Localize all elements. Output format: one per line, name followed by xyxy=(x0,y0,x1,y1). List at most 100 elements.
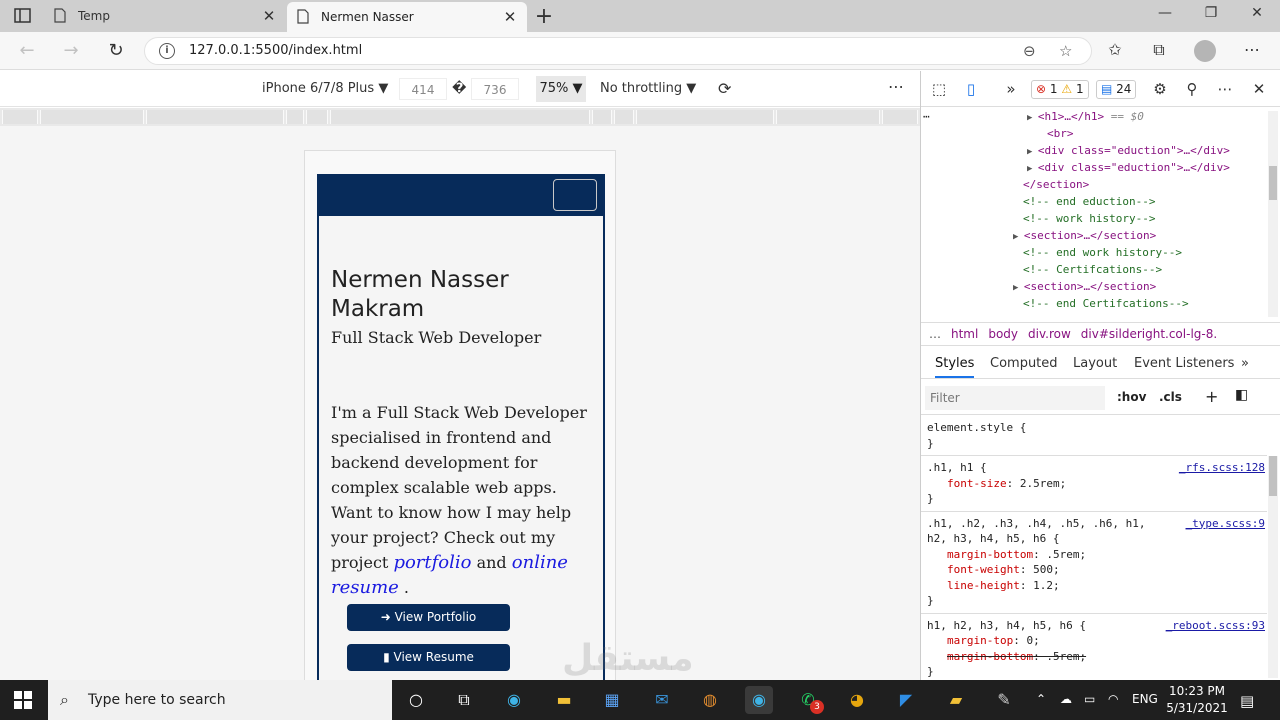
add-rule-icon[interactable]: + xyxy=(1205,387,1218,406)
css-rule[interactable]: .h1, h1 {_rfs.scss:128 font-size: 2.5rem;… xyxy=(921,456,1267,512)
css-rule[interactable]: .h1, .h2, .h3, .h4, .h5, .h6, h1, h2, h3… xyxy=(921,512,1267,614)
expand-triangle-icon[interactable]: ▶ xyxy=(1013,283,1024,293)
refresh-button[interactable]: ↻ xyxy=(105,40,127,62)
dom-node[interactable]: <!-- work history--> xyxy=(1023,210,1155,227)
expand-triangle-icon[interactable]: ▶ xyxy=(1013,232,1024,242)
expand-triangle-icon[interactable]: ▶ xyxy=(1027,147,1038,157)
tab-nermen-nasser[interactable]: Nermen Nasser ✕ xyxy=(287,2,527,32)
address-bar[interactable]: i 127.0.0.1:5500/index.html ⊖ ☆ xyxy=(144,37,1092,65)
taskbar-search[interactable]: ⌕ Type here to search xyxy=(48,680,392,720)
scrollbar-thumb[interactable] xyxy=(1269,166,1277,200)
info-icon[interactable]: i xyxy=(159,43,175,59)
issues-badge[interactable]: ⊗ 1 ⚠ 1 xyxy=(1031,80,1089,99)
more-tabs-icon[interactable]: » xyxy=(1001,80,1021,98)
window-close-button[interactable]: ✕ xyxy=(1247,5,1267,21)
notifications-icon[interactable]: ▤ xyxy=(1240,692,1254,710)
dom-node[interactable]: <!-- end work history--> xyxy=(1023,244,1182,261)
more-options-icon[interactable]: ⋯ xyxy=(888,77,904,96)
cloud-icon[interactable]: ☁ xyxy=(1060,692,1072,706)
system-clock[interactable]: 10:23 PM 5/31/2021 xyxy=(1166,683,1228,717)
scrollbar-thumb[interactable] xyxy=(1269,456,1277,496)
dom-node[interactable]: <!-- end eduction--> xyxy=(1023,193,1155,210)
styles-scrollbar[interactable] xyxy=(1268,456,1278,678)
css-property[interactable]: font-size: 2.5rem; xyxy=(927,476,1261,492)
expand-triangle-icon[interactable]: ▶ xyxy=(1027,164,1038,174)
css-property[interactable]: font-weight: 500; xyxy=(927,562,1261,578)
tab-styles[interactable]: Styles xyxy=(935,356,975,378)
tools-icon[interactable]: ✎ xyxy=(990,686,1018,714)
collections-icon[interactable]: ⧉ xyxy=(1148,40,1170,60)
task-view-icon[interactable]: ⧉ xyxy=(450,686,478,714)
maximize-button[interactable]: ❐ xyxy=(1201,5,1221,21)
css-property[interactable]: line-height: 1.2; xyxy=(927,578,1261,594)
more-tabs-icon[interactable]: » xyxy=(1241,356,1249,371)
filter-input[interactable]: Filter xyxy=(925,386,1105,410)
settings-gear-icon[interactable]: ⚙ xyxy=(1150,80,1170,98)
devtools-close-icon[interactable]: ✕ xyxy=(1249,80,1269,98)
css-rule[interactable]: element.style {} xyxy=(921,416,1267,456)
device-toggle-icon[interactable]: ▯ xyxy=(961,80,981,98)
battery-icon[interactable]: ▭ xyxy=(1084,692,1095,706)
tab-temp[interactable]: Temp ✕ xyxy=(44,0,286,32)
dom-node[interactable]: <!-- end Certifcations--> xyxy=(1023,295,1189,312)
zoom-select[interactable]: 75% ▼ xyxy=(536,76,586,102)
devtools-more-icon[interactable]: ⋯ xyxy=(1215,80,1235,98)
expand-triangle-icon[interactable]: ▶ xyxy=(1027,113,1038,123)
device-select[interactable]: iPhone 6/7/8 Plus ▼ xyxy=(262,81,388,96)
height-input[interactable]: 736 xyxy=(471,78,519,100)
dom-node[interactable]: <br> xyxy=(1047,125,1074,142)
computed-sidebar-icon[interactable]: ◧ xyxy=(1235,387,1248,403)
zoom-icon[interactable]: ⊖ xyxy=(1023,42,1036,60)
more-menu-icon[interactable]: ⋯ xyxy=(1241,40,1263,59)
profile-avatar[interactable] xyxy=(1194,40,1216,62)
breadcrumb-item[interactable]: div#silderight.col-lg-8. xyxy=(1081,327,1217,341)
store-icon[interactable]: ▦ xyxy=(598,686,626,714)
connect-icon[interactable]: ⚲ xyxy=(1182,80,1202,98)
breadcrumb-item[interactable]: html xyxy=(951,327,978,341)
view-resume-button[interactable]: ▮ View Resume xyxy=(347,644,510,671)
dom-node[interactable]: ▶ <h1>…</h1> == $0 xyxy=(1027,108,1144,127)
whatsapp-icon[interactable]: ✆ 3 xyxy=(794,686,824,714)
width-input[interactable]: 414 xyxy=(399,78,447,100)
tab-layout[interactable]: Layout xyxy=(1073,356,1117,371)
dom-node[interactable]: <!-- Certifcations--> xyxy=(1023,261,1162,278)
chrome-icon[interactable]: ◕ xyxy=(843,686,871,714)
breadcrumb-item[interactable]: div.row xyxy=(1028,327,1071,341)
dom-scrollbar[interactable] xyxy=(1268,111,1278,317)
css-property[interactable]: margin-bottom: .5rem; xyxy=(927,649,1261,665)
new-tab-button[interactable]: + xyxy=(534,4,554,29)
messages-badge[interactable]: ▤ 24 xyxy=(1096,80,1137,99)
close-icon[interactable]: ✕ xyxy=(503,8,517,26)
breadcrumb-item[interactable]: … xyxy=(929,327,941,341)
dom-tree[interactable]: ⋯ ▶ <h1>…</h1> == $0 <br> ▶ <div class="ed… xyxy=(921,108,1267,318)
tab-computed[interactable]: Computed xyxy=(990,356,1058,371)
navbar-toggle-button[interactable] xyxy=(553,179,597,211)
language-indicator[interactable]: ENG xyxy=(1132,692,1158,706)
throttling-select[interactable]: No throttling ▼ xyxy=(600,81,696,96)
tab-event-listeners[interactable]: Event Listeners xyxy=(1134,356,1234,371)
file-explorer-icon[interactable]: ▬ xyxy=(550,686,578,714)
portfolio-link[interactable]: portfolio xyxy=(393,552,471,573)
app-icon[interactable]: ◍ xyxy=(696,686,724,714)
edge-dev-icon[interactable]: ◉ xyxy=(745,686,773,714)
view-portfolio-button[interactable]: ➜ View Portfolio xyxy=(347,604,510,631)
wifi-icon[interactable]: ◠ xyxy=(1108,692,1118,706)
favorites-icon[interactable]: ✩ xyxy=(1104,40,1126,59)
back-button[interactable]: ← xyxy=(16,40,38,62)
close-icon[interactable]: ✕ xyxy=(262,7,276,25)
css-rule[interactable]: h1, h2, h3, h4, h5, h6 {_reboot.scss:93 m… xyxy=(921,614,1267,681)
source-link[interactable]: _reboot.scss:93 xyxy=(1166,618,1265,634)
forward-button[interactable]: → xyxy=(60,40,82,62)
tab-actions-icon[interactable] xyxy=(14,8,32,24)
favorite-add-icon[interactable]: ☆ xyxy=(1059,42,1072,60)
windows-start-icon[interactable] xyxy=(14,691,32,709)
dom-node[interactable]: </section> xyxy=(1023,176,1089,193)
source-link[interactable]: _type.scss:9 xyxy=(1186,516,1265,532)
css-property[interactable]: margin-top: 0; xyxy=(927,633,1261,649)
cortana-icon[interactable]: ○ xyxy=(402,686,430,714)
css-property[interactable]: margin-bottom: .5rem; xyxy=(927,547,1261,563)
hov-toggle[interactable]: :hov xyxy=(1117,390,1146,404)
mail-icon[interactable]: ✉ xyxy=(648,686,676,714)
edge-icon[interactable]: ◉ xyxy=(500,686,528,714)
inspect-element-icon[interactable]: ⬚ xyxy=(929,80,949,98)
